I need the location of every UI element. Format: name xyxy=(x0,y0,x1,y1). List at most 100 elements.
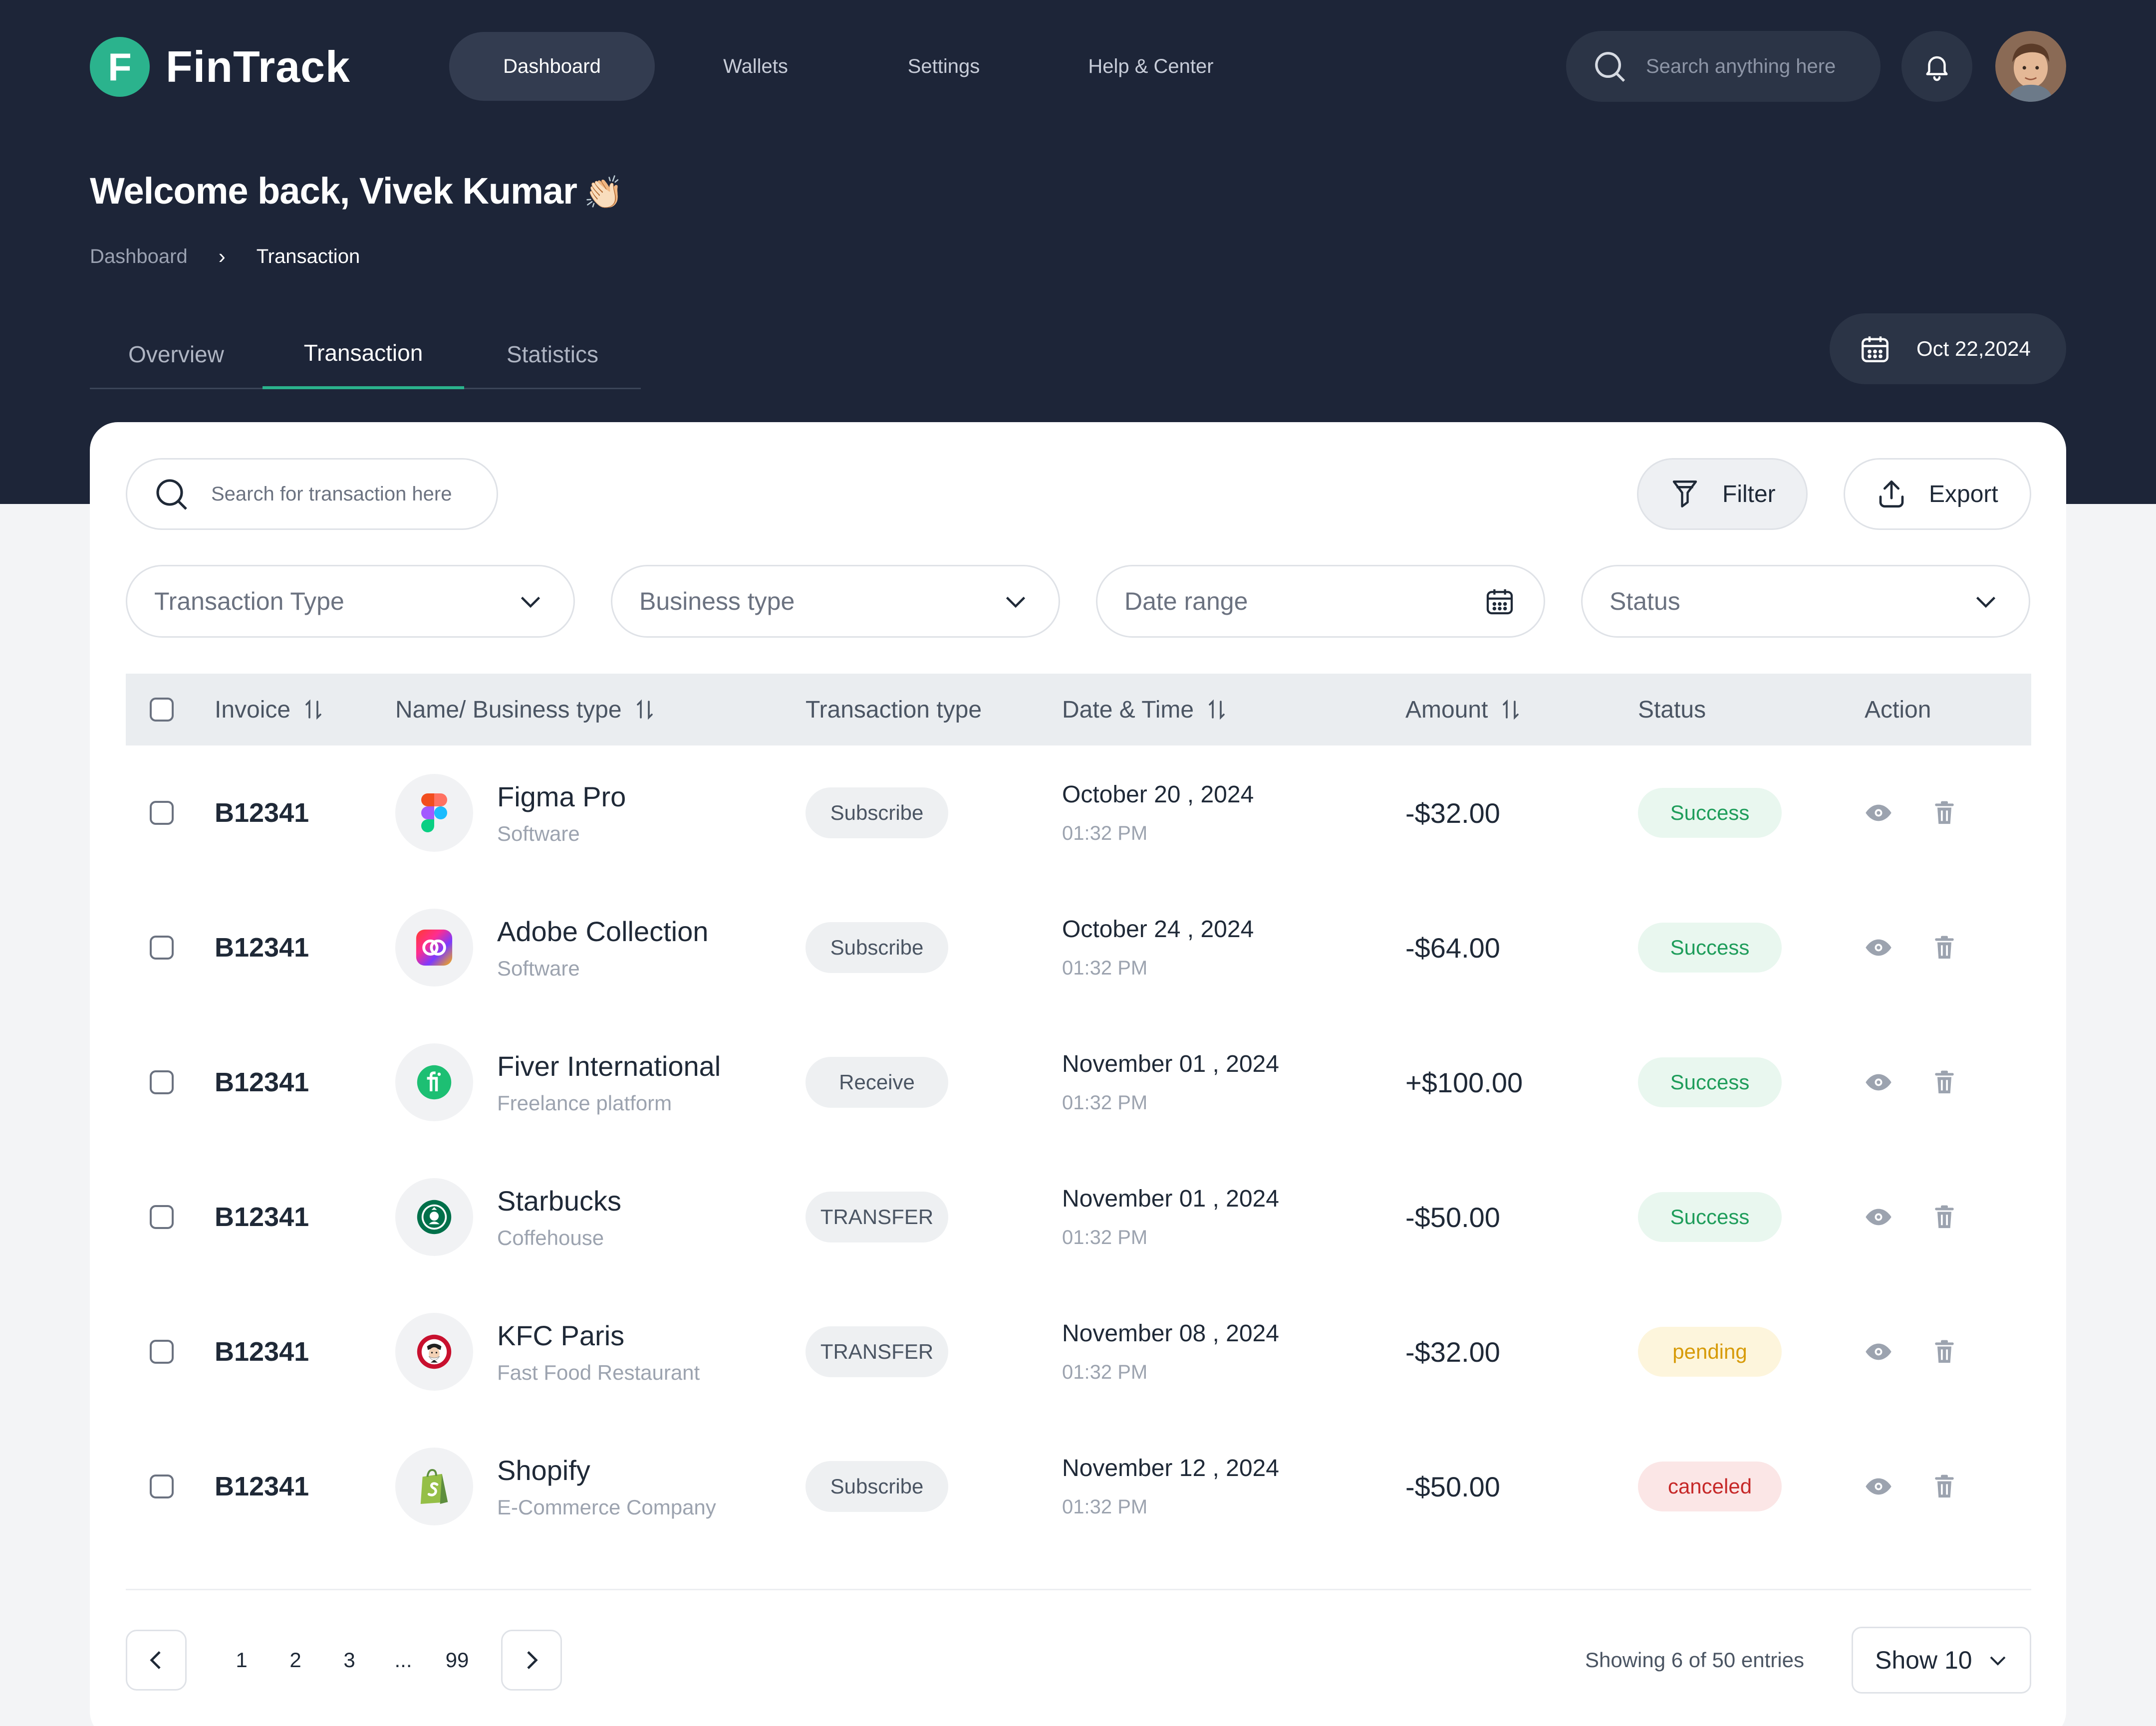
table-row[interactable]: B12341 Starbucks Coffehouse TRANSFER Nov… xyxy=(126,1150,2031,1284)
row-checkbox[interactable] xyxy=(150,1284,174,1419)
business-type: Coffehouse xyxy=(497,1226,604,1249)
transaction-search-placeholder: Search for transaction here xyxy=(211,483,452,505)
row-checkbox[interactable] xyxy=(150,880,174,1015)
calendar-icon xyxy=(1486,589,1513,615)
transaction-time: 01:32 PM xyxy=(1062,1092,1148,1114)
status-select[interactable]: Status xyxy=(1581,565,2030,638)
header-amount[interactable]: Amount xyxy=(1405,696,1523,724)
page-2[interactable]: 2 xyxy=(269,1648,322,1672)
status-badge: pending xyxy=(1638,1327,1782,1377)
transaction-amount: -$50.00 xyxy=(1405,1201,1500,1233)
checkbox-box[interactable] xyxy=(150,1475,174,1498)
prev-page-button[interactable] xyxy=(126,1630,187,1691)
status-select-label: Status xyxy=(1610,587,1680,615)
nav-settings[interactable]: Settings xyxy=(856,32,1031,101)
trash-icon[interactable] xyxy=(1930,1203,1958,1231)
business-type: E-Commerce Company xyxy=(497,1495,716,1519)
header-invoice[interactable]: Invoice xyxy=(215,696,325,724)
transaction-date: November 12 , 2024 xyxy=(1062,1455,1279,1481)
nav-dashboard[interactable]: Dashboard xyxy=(449,32,655,101)
view-eye-icon[interactable] xyxy=(1865,799,1892,827)
header-date-label: Date & Time xyxy=(1062,696,1194,723)
row-checkbox[interactable] xyxy=(150,745,174,880)
transaction-type-badge: Receive xyxy=(806,1057,948,1108)
trash-icon[interactable] xyxy=(1930,1338,1958,1366)
welcome-text: Welcome back, Vivek Kumar xyxy=(90,170,577,212)
status-badge: Success xyxy=(1638,923,1782,973)
business-name: Starbucks xyxy=(497,1185,621,1217)
trash-icon[interactable] xyxy=(1930,1068,1958,1096)
view-eye-icon[interactable] xyxy=(1865,1338,1892,1366)
business-type: Fast Food Restaurant xyxy=(497,1360,700,1384)
transaction-date: November 01 , 2024 xyxy=(1062,1186,1279,1212)
view-eye-icon[interactable] xyxy=(1865,1203,1892,1231)
transaction-type-badge: TRANSFER xyxy=(806,1326,948,1377)
page-size-value: Show 10 xyxy=(1875,1646,1972,1674)
date-range-input[interactable]: Date range xyxy=(1096,565,1545,638)
breadcrumb-dashboard[interactable]: Dashboard xyxy=(90,246,188,268)
transactions-card: Search for transaction here Filter Expor… xyxy=(90,422,2066,1726)
export-button[interactable]: Export xyxy=(1844,458,2031,530)
table-row[interactable]: B12341 Figma Pro Software Subscribe Octo… xyxy=(126,745,2031,880)
chevron-down-icon xyxy=(1990,1656,2006,1666)
user-avatar[interactable] xyxy=(1995,31,2066,102)
page-size-select[interactable]: Show 10 xyxy=(1852,1627,2031,1694)
breadcrumb: Dashboard › Transaction xyxy=(90,245,360,268)
trash-icon[interactable] xyxy=(1930,1473,1958,1500)
row-checkbox[interactable] xyxy=(150,1015,174,1150)
next-page-button[interactable] xyxy=(501,1630,562,1691)
view-eye-icon[interactable] xyxy=(1865,934,1892,962)
notifications-button[interactable] xyxy=(1901,31,1972,102)
page-1[interactable]: 1 xyxy=(215,1648,269,1672)
calendar-icon xyxy=(1862,336,1888,362)
view-eye-icon[interactable] xyxy=(1865,1473,1892,1500)
transaction-amount: -$32.00 xyxy=(1405,797,1500,829)
checkbox-box[interactable] xyxy=(150,801,174,825)
checkbox-box[interactable] xyxy=(150,1340,174,1364)
checkbox-box[interactable] xyxy=(150,936,174,960)
business-type-select[interactable]: Business type xyxy=(611,565,1060,638)
sort-icon[interactable] xyxy=(1205,698,1229,722)
filter-button[interactable]: Filter xyxy=(1637,458,1808,530)
invoice-id: B12341 xyxy=(215,798,309,828)
header-name[interactable]: Name/ Business type xyxy=(395,696,657,724)
view-eye-icon[interactable] xyxy=(1865,1068,1892,1096)
transaction-type-select[interactable]: Transaction Type xyxy=(126,565,575,638)
upload-icon xyxy=(1879,480,1904,508)
sort-icon[interactable] xyxy=(1499,698,1523,722)
global-search[interactable]: Search anything here xyxy=(1566,31,1881,102)
nav-help-center[interactable]: Help & Center xyxy=(1031,32,1271,101)
tab-statistics[interactable]: Statistics xyxy=(464,319,641,389)
page-99[interactable]: 99 xyxy=(430,1648,484,1672)
tab-transaction[interactable]: Transaction xyxy=(263,319,464,389)
transaction-search-input[interactable]: Search for transaction here xyxy=(126,458,498,530)
business-name: KFC Paris xyxy=(497,1319,625,1351)
table-row[interactable]: B12341 Fiver International Freelance pla… xyxy=(126,1015,2031,1150)
transaction-time: 01:32 PM xyxy=(1062,822,1148,844)
table-row[interactable]: B12341 Adobe Collection Software Subscri… xyxy=(126,880,2031,1015)
page-tabs: Overview Transaction Statistics xyxy=(90,319,641,389)
business-type: Freelance platform xyxy=(497,1091,672,1115)
table-row[interactable]: B12341 KFC Paris Fast Food Restaurant TR… xyxy=(126,1284,2031,1419)
checkbox-box[interactable] xyxy=(150,698,174,722)
status-badge: canceled xyxy=(1638,1462,1782,1511)
trash-icon[interactable] xyxy=(1930,799,1958,827)
sort-icon[interactable] xyxy=(301,698,325,722)
header-date[interactable]: Date & Time xyxy=(1062,696,1229,724)
tab-overview[interactable]: Overview xyxy=(90,319,263,389)
checkbox-box[interactable] xyxy=(150,1205,174,1229)
row-checkbox[interactable] xyxy=(150,1419,174,1554)
sort-icon[interactable] xyxy=(633,698,657,722)
date-picker-button[interactable]: Oct 22,2024 xyxy=(1830,313,2066,384)
checkbox-box[interactable] xyxy=(150,1070,174,1094)
row-checkbox[interactable] xyxy=(150,1150,174,1284)
header-status-label: Status xyxy=(1638,696,1706,723)
table-row[interactable]: B12341 Shopify E-Commerce Company Subscr… xyxy=(126,1419,2031,1554)
figma-logo xyxy=(395,774,473,852)
nav-wallets[interactable]: Wallets xyxy=(655,32,856,101)
page-3[interactable]: 3 xyxy=(322,1648,376,1672)
pagination: 1 2 3 ... 99 xyxy=(126,1630,562,1691)
trash-icon[interactable] xyxy=(1930,934,1958,962)
app-logo[interactable]: F FinTrack xyxy=(90,37,350,97)
select-all-checkbox[interactable] xyxy=(150,698,174,722)
